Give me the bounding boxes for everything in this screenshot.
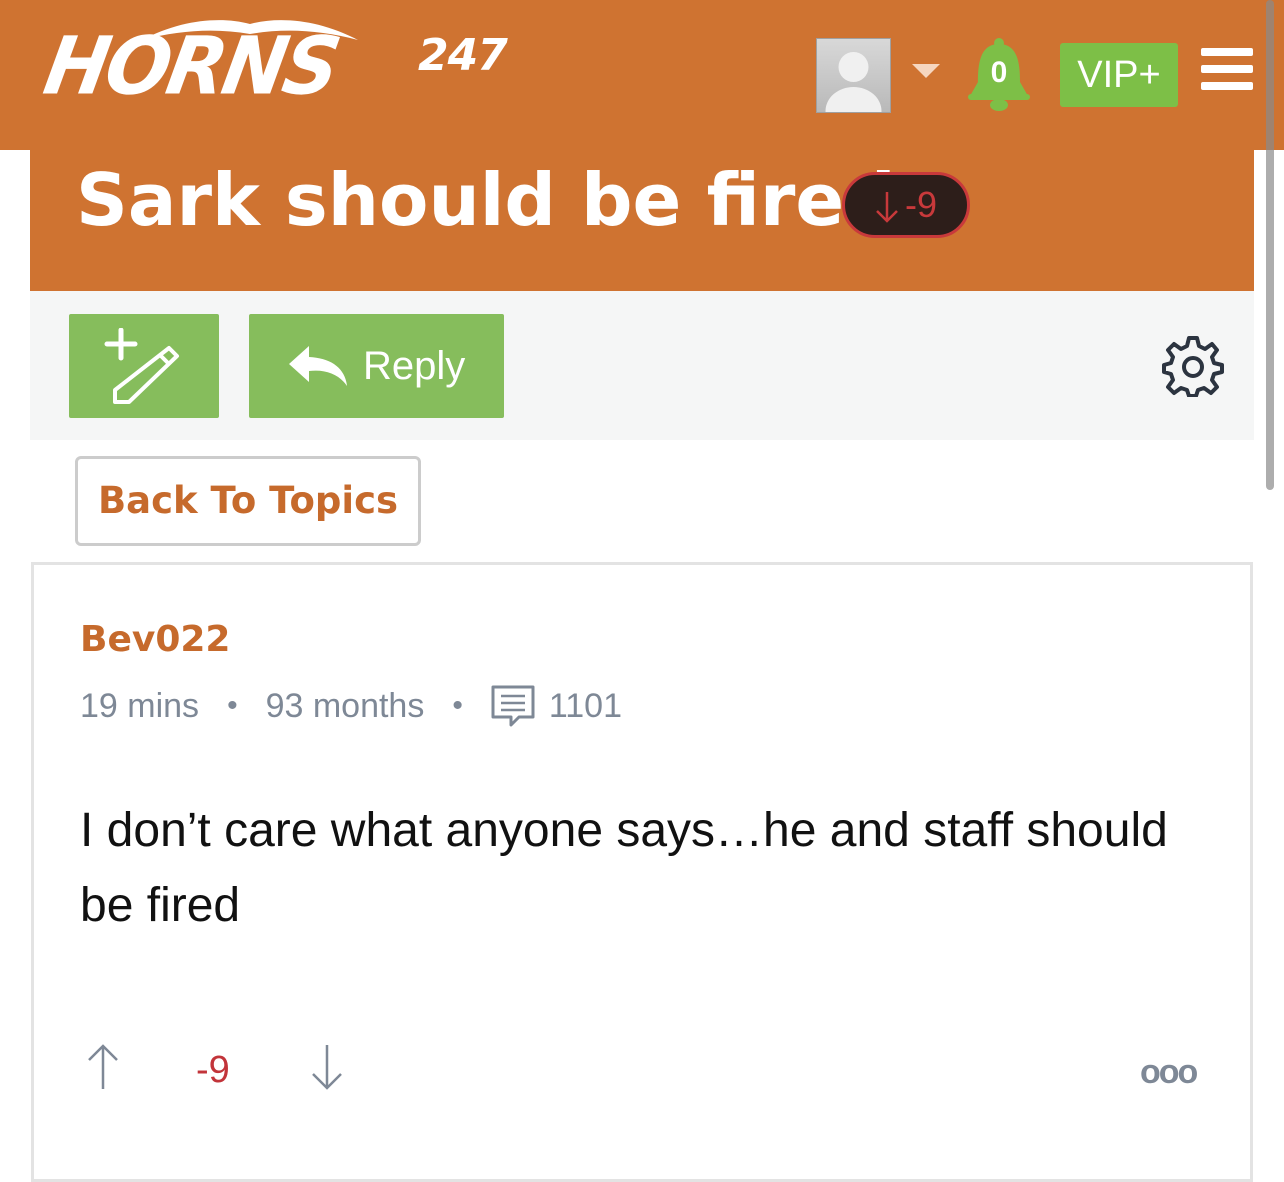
- post-card: Bev022 19 mins • 93 months • 1101 I don’…: [31, 562, 1253, 1182]
- upvote-arrow-icon[interactable]: [86, 1043, 120, 1091]
- reply-button-label: Reply: [363, 344, 466, 388]
- logo-text: HORNS: [37, 18, 345, 113]
- comment-icon: [491, 685, 535, 727]
- page-title: Sark should be fired: [76, 158, 896, 242]
- reply-button[interactable]: Reply: [249, 314, 504, 418]
- new-topic-button[interactable]: [69, 314, 219, 418]
- arrow-down-icon: [876, 192, 898, 224]
- post-author-link[interactable]: Bev022: [80, 619, 230, 660]
- new-post-pencil-icon: [104, 328, 179, 404]
- post-time: 19 mins: [80, 686, 200, 725]
- page-scrollbar[interactable]: [1266, 0, 1274, 490]
- meta-separator: •: [452, 689, 463, 722]
- thread-vote-score: -9: [904, 184, 937, 225]
- member-duration: 93 months: [265, 686, 425, 725]
- notification-count: 0: [990, 56, 1008, 89]
- author-post-count: 1101: [548, 686, 622, 725]
- site-header: HORNS 247 0 VIP+: [0, 0, 1284, 150]
- post-meta: 19 mins • 93 months • 1101: [80, 685, 622, 727]
- default-avatar-icon: [825, 52, 882, 135]
- site-logo[interactable]: HORNS 247: [37, 14, 550, 114]
- post-vote-score: -9: [196, 1049, 230, 1091]
- thread-title-bar: Sark should be fired -9: [30, 150, 1254, 291]
- hamburger-menu-icon[interactable]: [1201, 48, 1255, 92]
- reply-arrow-icon: [289, 346, 347, 386]
- gear-icon[interactable]: [1162, 335, 1224, 397]
- chevron-down-icon[interactable]: [912, 64, 940, 80]
- user-avatar[interactable]: [816, 38, 891, 135]
- post-body: I don’t care what anyone says…he and sta…: [80, 804, 1168, 932]
- vip-button[interactable]: VIP+: [1060, 43, 1178, 107]
- more-options-button[interactable]: ooo: [1140, 1053, 1198, 1092]
- logo-superscript: 247: [418, 30, 508, 81]
- thread-toolbar: Reply: [30, 291, 1254, 440]
- downvote-arrow-icon[interactable]: [310, 1043, 344, 1091]
- meta-separator: •: [227, 689, 238, 722]
- notifications-button[interactable]: 0: [966, 38, 1032, 112]
- back-to-topics-button[interactable]: Back To Topics: [75, 456, 421, 546]
- thread-vote-badge: -9: [842, 172, 970, 238]
